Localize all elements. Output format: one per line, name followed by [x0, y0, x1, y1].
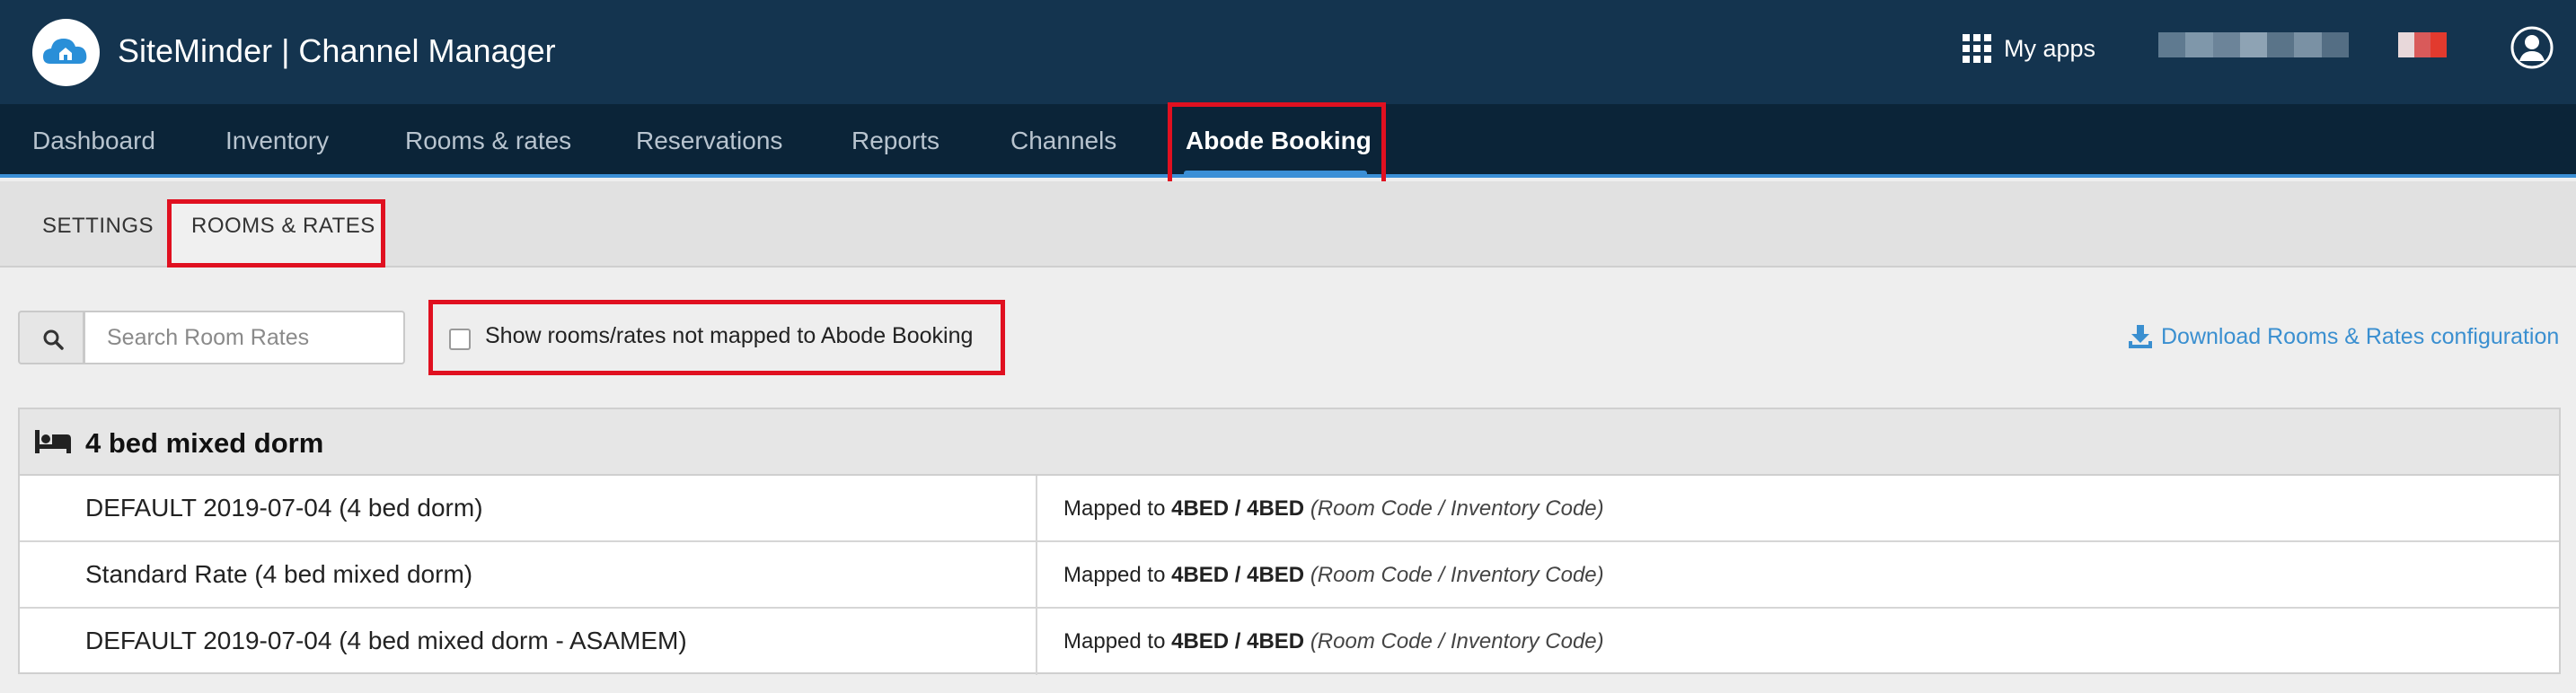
top-header: SiteMinder | Channel Manager My apps: [0, 0, 2576, 104]
siteminder-logo-icon[interactable]: [32, 19, 100, 86]
nav-rooms-rates[interactable]: Rooms & rates: [405, 126, 571, 156]
mapped-prefix: Mapped to: [1063, 563, 1166, 587]
search-input[interactable]: [84, 311, 405, 364]
rate-name: DEFAULT 2019-07-04 (4 bed dorm): [85, 494, 483, 522]
nav-dashboard[interactable]: Dashboard: [32, 126, 155, 156]
active-nav-indicator: [1184, 171, 1367, 175]
download-icon: [2129, 325, 2152, 348]
rate-mapping: Mapped to 4BED / 4BED (Room Code / Inven…: [1063, 629, 1604, 654]
search-button[interactable]: [18, 311, 84, 364]
nav-inventory[interactable]: Inventory: [225, 126, 329, 156]
column-divider: [1036, 609, 1037, 675]
rate-name: Standard Rate (4 bed mixed dorm): [85, 560, 473, 588]
my-apps-label: My apps: [2004, 34, 2096, 62]
user-circle-icon[interactable]: [2510, 25, 2554, 70]
app-title: SiteMinder | Channel Manager: [118, 32, 556, 69]
show-unmapped-label[interactable]: Show rooms/rates not mapped to Abode Boo…: [485, 323, 973, 349]
mapped-prefix: Mapped to: [1063, 496, 1166, 521]
subtab-rooms-rates[interactable]: ROOMS & RATES: [191, 214, 375, 239]
nav-reservations[interactable]: Reservations: [636, 126, 782, 156]
column-divider: [1036, 542, 1037, 609]
room-group-title: 4 bed mixed dorm: [85, 427, 324, 459]
search-icon: [43, 329, 64, 350]
rate-name: DEFAULT 2019-07-04 (4 bed mixed dorm - A…: [85, 627, 687, 654]
room-group-header: 4 bed mixed dorm: [20, 409, 2559, 476]
mapped-prefix: Mapped to: [1063, 629, 1166, 654]
mapped-codes: 4BED / 4BED: [1171, 563, 1305, 587]
column-divider: [1036, 476, 1037, 542]
rate-row[interactable]: DEFAULT 2019-07-04 (4 bed dorm) Mapped t…: [20, 476, 2559, 542]
download-config-label: Download Rooms & Rates configuration: [2161, 323, 2560, 349]
rate-mapping: Mapped to 4BED / 4BED (Room Code / Inven…: [1063, 563, 1604, 588]
sub-nav: SETTINGS ROOMS & RATES: [0, 181, 2576, 268]
language-flag-icon[interactable]: [2398, 32, 2447, 57]
my-apps-button[interactable]: My apps: [1963, 31, 2095, 66]
mapped-code-note: (Room Code / Inventory Code): [1310, 563, 1604, 587]
rate-mapping: Mapped to 4BED / 4BED (Room Code / Inven…: [1063, 496, 1604, 522]
mapped-code-note: (Room Code / Inventory Code): [1310, 629, 1604, 654]
show-unmapped-checkbox[interactable]: [449, 329, 471, 350]
nav-reports[interactable]: Reports: [851, 126, 940, 156]
bed-icon: [35, 430, 71, 453]
mapped-code-note: (Room Code / Inventory Code): [1310, 496, 1604, 521]
apps-grid-icon: [1963, 34, 1991, 63]
nav-abode-booking[interactable]: Abode Booking: [1186, 126, 1372, 156]
account-name-redacted[interactable]: [2158, 32, 2349, 57]
rate-row[interactable]: Standard Rate (4 bed mixed dorm) Mapped …: [20, 542, 2559, 609]
room-rates-table: 4 bed mixed dorm DEFAULT 2019-07-04 (4 b…: [18, 408, 2561, 675]
mapped-codes: 4BED / 4BED: [1171, 629, 1305, 654]
subtab-settings[interactable]: SETTINGS: [42, 214, 154, 239]
nav-channels[interactable]: Channels: [1010, 126, 1116, 156]
mapped-codes: 4BED / 4BED: [1171, 496, 1305, 521]
download-config-link[interactable]: Download Rooms & Rates configuration: [2127, 321, 2559, 352]
main-nav: Dashboard Inventory Rooms & rates Reserv…: [0, 104, 2576, 178]
rate-row[interactable]: DEFAULT 2019-07-04 (4 bed mixed dorm - A…: [20, 609, 2559, 675]
